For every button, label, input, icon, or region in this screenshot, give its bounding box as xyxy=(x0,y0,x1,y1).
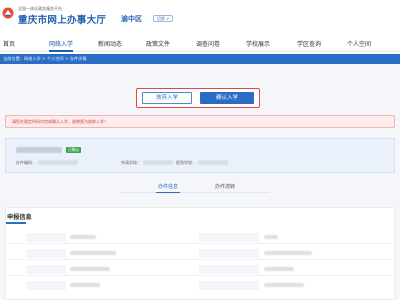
application-summary-card: 已确认 办件编码： 申请学校： 报到学校： xyxy=(5,138,395,173)
field-value-redacted xyxy=(264,251,312,255)
registered-school-label: 报到学校： xyxy=(176,160,196,165)
alert-text: 请您在规定时间内完成确认入学，逾期视为放弃入学！ xyxy=(12,119,108,124)
give-up-enrollment-button[interactable]: 放弃入学 xyxy=(142,92,192,104)
section-title: 申报信息 xyxy=(7,214,32,221)
nav-news[interactable]: 新闻动态 xyxy=(98,40,122,52)
school-redacted xyxy=(143,160,173,165)
field-label-cell xyxy=(26,281,66,290)
field-value-redacted xyxy=(264,267,294,271)
nav-home[interactable]: 首页 xyxy=(3,40,15,52)
breadcrumb-bar: 当前位置：网络入学 > 个人空间 > 办件详情 xyxy=(0,54,400,64)
district-name: 渝中区 xyxy=(121,15,142,23)
info-row xyxy=(6,278,396,292)
site-header: 全国一体化政务服务平台 重庆市网上办事大厅 渝中区 切换 ∨ xyxy=(0,0,400,38)
district-switch-button[interactable]: 切换 ∨ xyxy=(153,15,174,22)
field-label-cell xyxy=(26,265,66,274)
field-label-cell xyxy=(199,265,259,274)
tab-application-flow[interactable]: 办件流转 xyxy=(215,183,235,193)
application-number-redacted xyxy=(38,160,78,165)
nav-school-showcase[interactable]: 学校展示 xyxy=(246,40,270,52)
applicant-name-redacted xyxy=(16,147,62,153)
school-label: 申请学校： xyxy=(121,160,141,165)
field-value-redacted xyxy=(70,283,100,287)
nav-district-query[interactable]: 学区查询 xyxy=(297,40,321,52)
field-label-cell xyxy=(199,281,259,290)
nav-survey[interactable]: 调查问卷 xyxy=(196,40,220,52)
field-value-redacted xyxy=(70,267,110,271)
site-title: 重庆市网上办事大厅 xyxy=(18,15,107,26)
field-label-cell xyxy=(26,233,66,242)
deadline-alert: 请您在规定时间内完成确认入学，逾期视为放弃入学！ xyxy=(5,115,395,128)
tab-application-info[interactable]: 办件信息 xyxy=(155,183,181,193)
main-nav: 首页 网络入学 新闻动态 政策文件 调查问卷 学校展示 学区查询 个人空间 xyxy=(0,38,400,52)
field-label-cell xyxy=(26,249,66,258)
info-row xyxy=(6,262,396,276)
enrollment-action-group: 放弃入学 确认入学 xyxy=(136,88,260,108)
platform-logo-icon xyxy=(2,7,14,19)
status-badge: 已确认 xyxy=(66,147,82,153)
nav-online-enrollment[interactable]: 网络入学 xyxy=(49,40,74,52)
application-number-label: 办件编码： xyxy=(16,160,36,165)
confirm-enrollment-button[interactable]: 确认入学 xyxy=(200,92,254,104)
field-value-redacted xyxy=(70,251,116,255)
declaration-info-section: 申报信息 xyxy=(5,207,396,300)
field-value-redacted xyxy=(264,283,304,287)
field-label-cell xyxy=(199,233,259,242)
field-label-cell xyxy=(199,249,259,258)
nav-personal-space[interactable]: 个人空间 xyxy=(347,40,371,52)
detail-tabs: 办件信息 办件流转 xyxy=(120,181,270,193)
section-title-underline xyxy=(6,222,26,224)
info-row xyxy=(6,246,396,260)
field-value-redacted xyxy=(70,235,96,239)
field-value-redacted xyxy=(264,235,278,239)
nav-policy[interactable]: 政策文件 xyxy=(146,40,170,52)
breadcrumb[interactable]: 当前位置：网络入学 > 个人空间 > 办件详情 xyxy=(3,56,87,62)
info-row xyxy=(6,230,396,244)
registered-school-redacted xyxy=(198,160,228,165)
